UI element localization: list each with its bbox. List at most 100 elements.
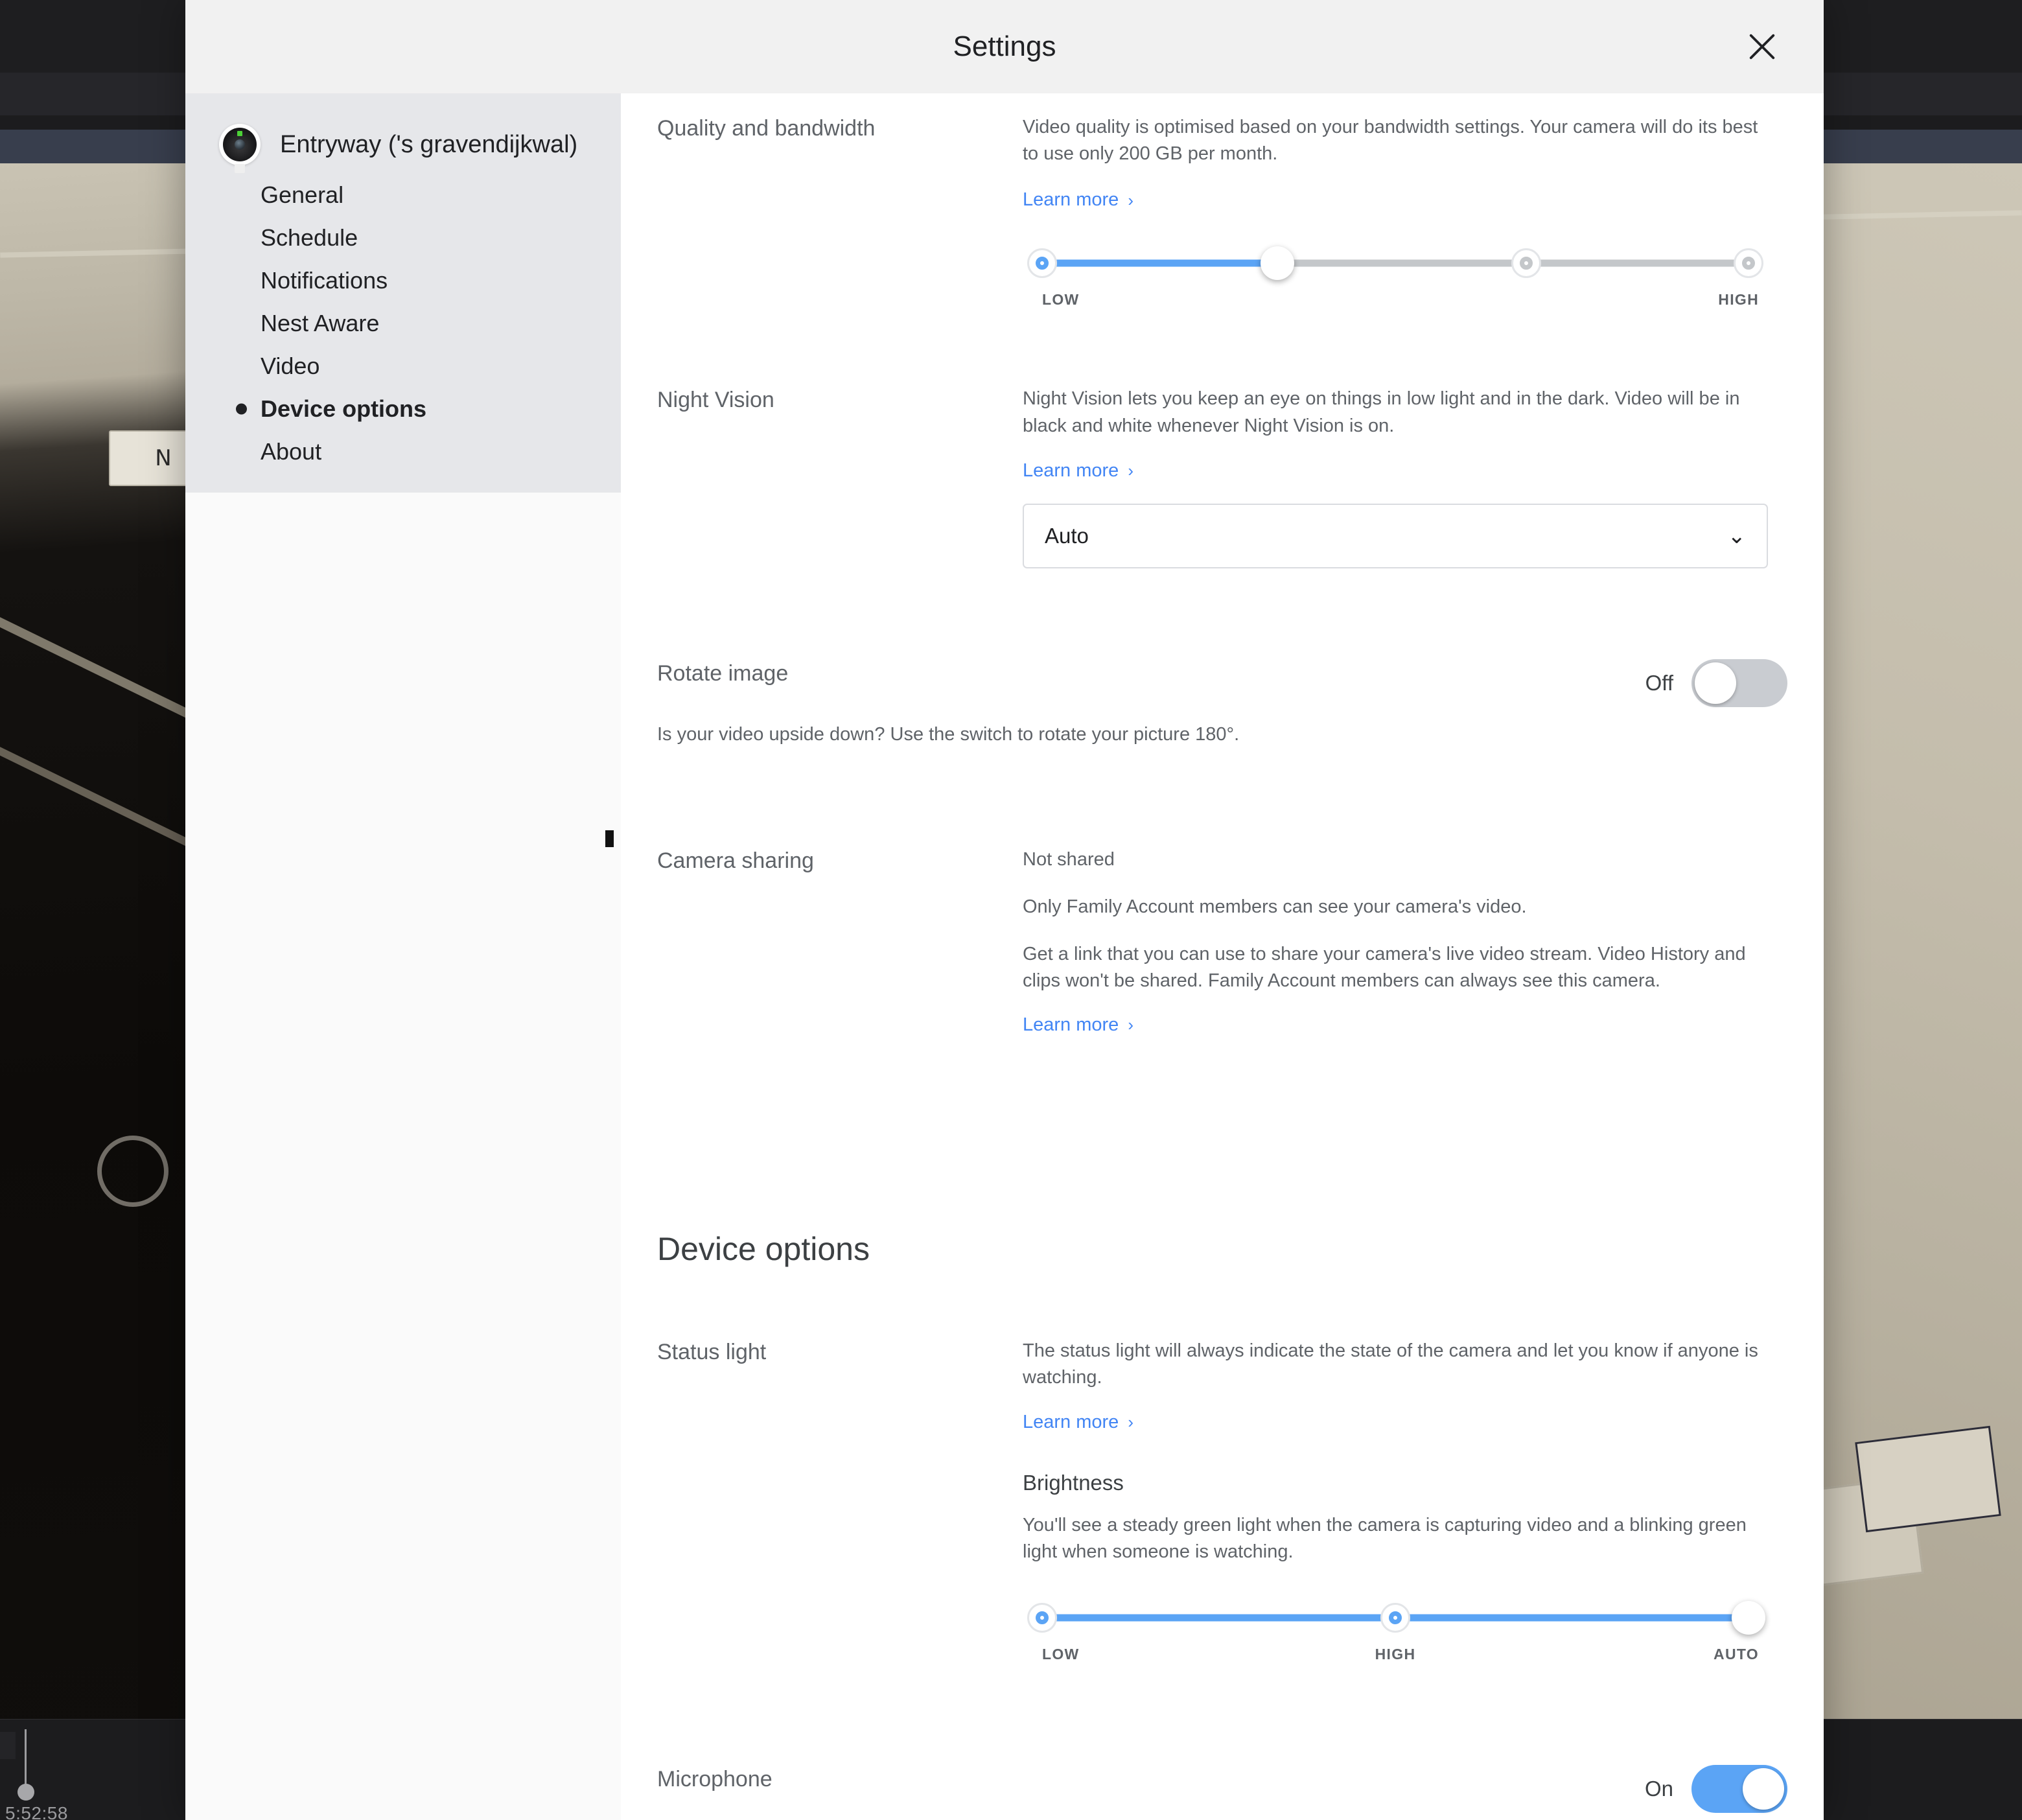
rotate-image-toggle-group: Off: [1645, 659, 1787, 707]
camera-stand: [235, 164, 245, 173]
slider-label-high: HIGH: [1718, 291, 1759, 309]
quality-slider[interactable]: [1023, 239, 1768, 287]
night-vision-learn-more-link[interactable]: Learn more ›: [1023, 460, 1133, 482]
section-night-vision: Night Vision Night Vision lets you keep …: [621, 314, 1824, 568]
settings-content-pane: Quality and bandwidth Video quality is o…: [621, 93, 1824, 1820]
close-button[interactable]: [1734, 19, 1790, 75]
feed-wall-logo: [97, 1136, 168, 1207]
rotate-image-toggle[interactable]: [1691, 659, 1787, 707]
settings-dialog: Settings Entryway ('s gravendijkwal) Gen…: [185, 0, 1824, 1820]
toggle-knob: [1743, 1768, 1784, 1810]
camera-sharing-note: Only Family Account members can see your…: [1023, 896, 1527, 918]
sidebar-panel: Entryway ('s gravendijkwal) General Sche…: [185, 93, 621, 493]
camera-sharing-label: Camera sharing: [657, 848, 814, 873]
sidebar-item-video[interactable]: Video: [185, 345, 621, 388]
close-icon: [1749, 34, 1775, 60]
brightness-slider-labels: LOW HIGH AUTO: [1023, 1646, 1768, 1669]
brightness-description: You'll see a steady green light when the…: [1023, 1514, 1747, 1563]
slider-tick-0[interactable]: [1027, 248, 1057, 279]
sidebar-item-label: About: [261, 438, 322, 465]
night-vision-description: Night Vision lets you keep an eye on thi…: [1023, 388, 1740, 436]
rotate-image-label: Rotate image: [657, 660, 789, 686]
night-vision-select[interactable]: Auto ⌄: [1023, 503, 1768, 568]
slider-thumb[interactable]: [1732, 1601, 1765, 1635]
rotate-image-block: Rotate image: [621, 659, 1023, 707]
timeline-event-chip: [0, 1732, 16, 1759]
camera-lens-icon: [235, 139, 245, 150]
settings-sidebar: Entryway ('s gravendijkwal) General Sche…: [185, 93, 621, 1820]
sidebar-device-name: Entryway ('s gravendijkwal): [280, 130, 578, 158]
timeline-scrubber-handle[interactable]: [25, 1729, 27, 1790]
camera-sharing-description: Get a link that you can use to share you…: [1023, 944, 1746, 992]
sidebar-item-label: General: [261, 181, 344, 208]
microphone-label: Microphone: [657, 1767, 773, 1792]
status-light-learn-more-link[interactable]: Learn more ›: [1023, 1412, 1133, 1433]
learn-more-label: Learn more: [1023, 1014, 1119, 1035]
sidebar-item-label: Nest Aware: [261, 310, 380, 336]
feed-poster-secondary: [1855, 1425, 2001, 1533]
sidebar-item-nest-aware[interactable]: Nest Aware: [185, 302, 621, 345]
brightness-slider[interactable]: [1023, 1594, 1768, 1642]
toggle-knob: [1695, 662, 1736, 704]
status-light-label: Status light: [657, 1339, 767, 1364]
sidebar-item-general[interactable]: General: [185, 174, 621, 216]
timeline-scrubber-knob[interactable]: [17, 1784, 34, 1801]
chevron-right-icon: ›: [1128, 461, 1133, 481]
camera-thumbnail-icon: [219, 124, 261, 173]
microphone-toggle[interactable]: [1691, 1765, 1787, 1814]
slider-label-low: LOW: [1042, 1646, 1080, 1663]
learn-more-label: Learn more: [1023, 460, 1119, 481]
slider-label-auto: AUTO: [1714, 1646, 1759, 1663]
quality-description: Video quality is optimised based on your…: [1023, 117, 1758, 165]
text-caret-artifact: [605, 830, 614, 847]
night-vision-selected-value: Auto: [1045, 523, 1089, 548]
settings-dialog-header: Settings: [185, 0, 1824, 93]
nfc-icon: N: [155, 445, 172, 471]
slider-fill: [1042, 259, 1278, 267]
microphone-toggle-group: On: [1644, 1765, 1787, 1814]
brightness-heading: Brightness: [1023, 1470, 1124, 1495]
quality-learn-more-link[interactable]: Learn more ›: [1023, 189, 1133, 211]
status-light-description: The status light will always indicate th…: [1023, 1340, 1758, 1388]
timeline-timestamp: 5:52:58: [5, 1803, 68, 1820]
sidebar-item-label: Video: [261, 353, 320, 379]
page-title: Settings: [953, 30, 1056, 62]
slider-tick-0[interactable]: [1027, 1603, 1057, 1633]
microphone-state-label: On: [1644, 1777, 1673, 1801]
section-quality-and-bandwidth: Quality and bandwidth Video quality is o…: [621, 93, 1824, 314]
sidebar-item-label: Device options: [261, 395, 427, 422]
sidebar-item-device-options[interactable]: Device options: [185, 388, 621, 430]
sidebar-item-label: Notifications: [261, 267, 388, 294]
chevron-right-icon: ›: [1128, 1015, 1133, 1035]
slider-tick-1[interactable]: [1380, 1603, 1410, 1633]
rotate-image-description: Is your video upside down? Use the switc…: [657, 723, 1240, 745]
slider-label-low: LOW: [1042, 291, 1080, 309]
learn-more-label: Learn more: [1023, 1411, 1119, 1432]
settings-dialog-body: Entryway ('s gravendijkwal) General Sche…: [185, 93, 1824, 1820]
slider-tick-2[interactable]: [1511, 248, 1541, 279]
slider-label-high: HIGH: [1375, 1646, 1416, 1663]
camera-sharing-learn-more-link[interactable]: Learn more ›: [1023, 1014, 1133, 1036]
learn-more-label: Learn more: [1023, 189, 1119, 211]
sidebar-item-schedule[interactable]: Schedule: [185, 216, 621, 259]
section-rotate-image: Rotate image Off: [621, 568, 1824, 707]
slider-thumb[interactable]: [1261, 246, 1295, 281]
quality-slider-labels: LOW HIGH: [1023, 291, 1768, 314]
camera-status-led-icon: [237, 131, 242, 136]
section-status-light: Status light The status light will alway…: [621, 1268, 1824, 1670]
quality-label: Quality and bandwidth: [657, 116, 876, 141]
device-options-heading: Device options: [657, 1230, 870, 1267]
chevron-down-icon: ⌄: [1727, 523, 1747, 548]
camera-sharing-status: Not shared: [1023, 848, 1115, 870]
sidebar-item-label: Schedule: [261, 224, 358, 251]
chevron-right-icon: ›: [1128, 190, 1133, 210]
sidebar-item-notifications[interactable]: Notifications: [185, 259, 621, 302]
night-vision-label: Night Vision: [657, 388, 774, 413]
slider-tick-3[interactable]: [1734, 248, 1763, 279]
section-camera-sharing: Camera sharing Not shared Only Family Ac…: [621, 748, 1824, 1036]
rotate-image-state-label: Off: [1645, 670, 1673, 695]
sidebar-device-header[interactable]: Entryway ('s gravendijkwal): [185, 115, 621, 174]
chevron-right-icon: ›: [1128, 1412, 1133, 1432]
sidebar-item-about[interactable]: About: [185, 430, 621, 473]
section-microphone: Microphone On: [621, 1669, 1824, 1814]
